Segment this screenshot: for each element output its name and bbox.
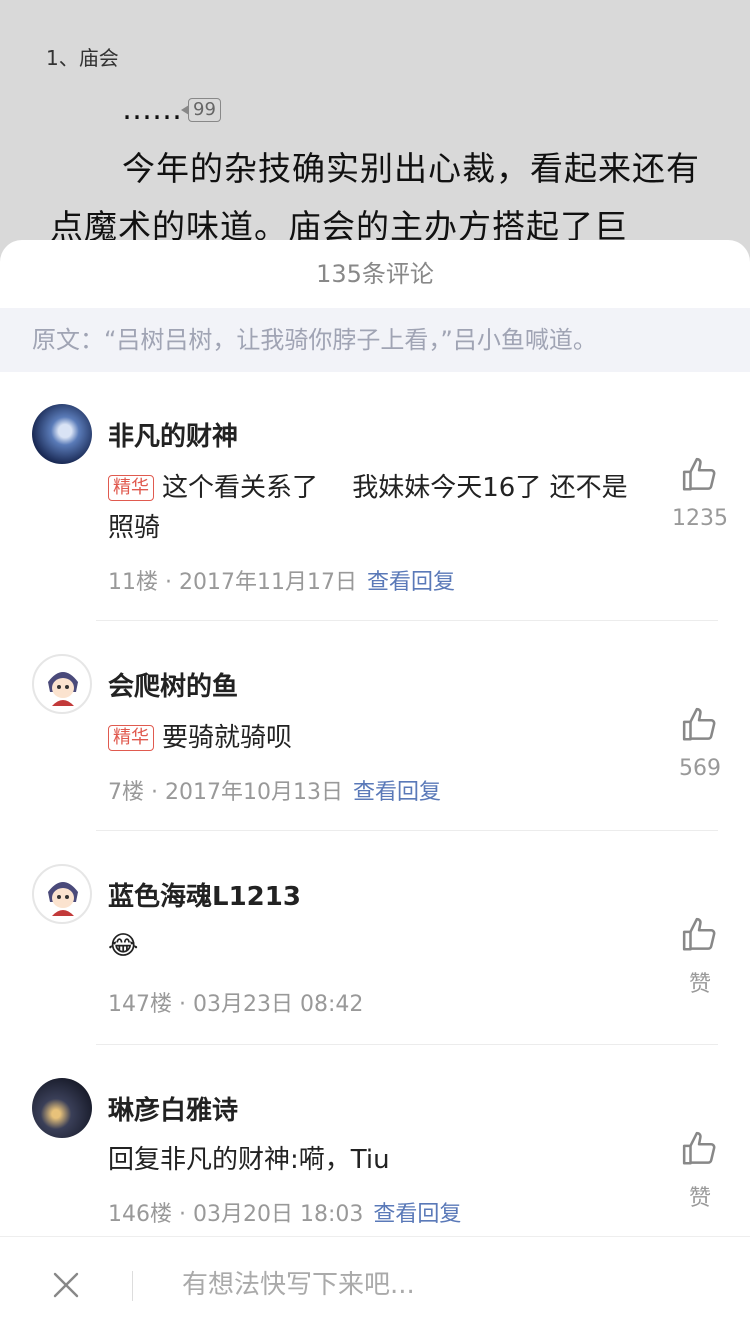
comment-body: 😂 bbox=[108, 926, 648, 966]
divider bbox=[96, 620, 718, 621]
comment-meta: 7楼 · 2017年10月13日 查看回复 bbox=[108, 774, 441, 806]
divider bbox=[132, 1271, 133, 1301]
ellipsis-line: …… 99 bbox=[122, 92, 221, 127]
avatar[interactable] bbox=[32, 864, 92, 924]
floor-date: 147楼 · 03月23日 08:42 bbox=[108, 992, 364, 1017]
avatar[interactable] bbox=[32, 1078, 92, 1138]
comment-text: 要骑就骑呗 bbox=[162, 723, 293, 753]
featured-tag: 精华 bbox=[108, 475, 154, 501]
thumbs-up-icon bbox=[682, 707, 716, 741]
comment-count-title: 135条评论 bbox=[316, 260, 434, 288]
divider bbox=[96, 1044, 718, 1045]
view-replies-link[interactable]: 查看回复 bbox=[367, 570, 455, 595]
floor-date: 7楼 · 2017年10月13日 bbox=[108, 780, 343, 805]
comment-text: 这个看关系了 我妹妹今天16了 还不是照骑 bbox=[108, 473, 628, 543]
comment-author[interactable]: 会爬树的鱼 bbox=[108, 666, 238, 703]
view-replies-link[interactable]: 查看回复 bbox=[373, 1202, 461, 1227]
comment-text: 回复非凡的财神:嗬，Tiu bbox=[108, 1145, 390, 1175]
like-count: 1235 bbox=[672, 506, 728, 531]
like-count: 569 bbox=[679, 756, 721, 781]
like-button[interactable]: 赞 bbox=[662, 916, 738, 998]
comment-meta: 146楼 · 03月20日 18:03 查看回复 bbox=[108, 1196, 461, 1228]
crying-laughing-emoji-icon: 😂 bbox=[108, 931, 139, 961]
comment-body: 精华 要骑就骑呗 bbox=[108, 718, 648, 758]
like-label: 赞 bbox=[688, 1186, 711, 1211]
like-button[interactable]: 赞 bbox=[662, 1130, 738, 1212]
floor-date: 11楼 · 2017年11月17日 bbox=[108, 570, 357, 595]
like-button[interactable]: 569 bbox=[662, 706, 738, 781]
avatar[interactable] bbox=[32, 404, 92, 464]
paragraph-comment-badge[interactable]: 99 bbox=[181, 97, 221, 122]
thumbs-up-icon bbox=[682, 1131, 716, 1165]
comment-sheet: 135条评论 原文：“吕树吕树，让我骑你脖子上看，”吕小鱼喊道。 非凡的财神 精… bbox=[0, 240, 750, 1334]
comment-author[interactable]: 非凡的财神 bbox=[108, 416, 238, 453]
thumbs-up-icon bbox=[682, 917, 716, 951]
comment-meta: 147楼 · 03月23日 08:42 bbox=[108, 986, 363, 1018]
thumbs-up-icon bbox=[682, 457, 716, 491]
like-button[interactable]: 1235 bbox=[662, 456, 738, 531]
close-icon[interactable] bbox=[52, 1271, 80, 1299]
comment-input-bar bbox=[0, 1236, 750, 1334]
view-replies-link[interactable]: 查看回复 bbox=[353, 780, 441, 805]
avatar-figure-icon bbox=[48, 672, 78, 706]
comment-author[interactable]: 琳彦白雅诗 bbox=[108, 1090, 238, 1127]
like-label: 赞 bbox=[688, 972, 711, 997]
avatar-figure-icon bbox=[48, 882, 78, 916]
comment-body: 精华 这个看关系了 我妹妹今天16了 还不是照骑 bbox=[108, 468, 648, 548]
comment-meta: 11楼 · 2017年11月17日 查看回复 bbox=[108, 564, 455, 596]
avatar[interactable] bbox=[32, 654, 92, 714]
original-quote: 原文：“吕树吕树，让我骑你脖子上看，”吕小鱼喊道。 bbox=[0, 308, 750, 372]
floor-date: 146楼 · 03月20日 18:03 bbox=[108, 1202, 364, 1227]
comment-body: 回复非凡的财神:嗬，Tiu bbox=[108, 1140, 648, 1180]
featured-tag: 精华 bbox=[108, 725, 154, 751]
ellipsis-text: …… bbox=[122, 92, 182, 127]
chapter-title: 1、庙会 bbox=[46, 46, 119, 70]
divider bbox=[96, 830, 718, 831]
comment-input[interactable] bbox=[182, 1265, 702, 1305]
comment-author[interactable]: 蓝色海魂L1213 bbox=[108, 876, 301, 913]
reader-paragraph: 今年的杂技确实别出心裁，看起来还有点魔术的味道。庙会的主办方搭起了巨 bbox=[50, 149, 700, 246]
